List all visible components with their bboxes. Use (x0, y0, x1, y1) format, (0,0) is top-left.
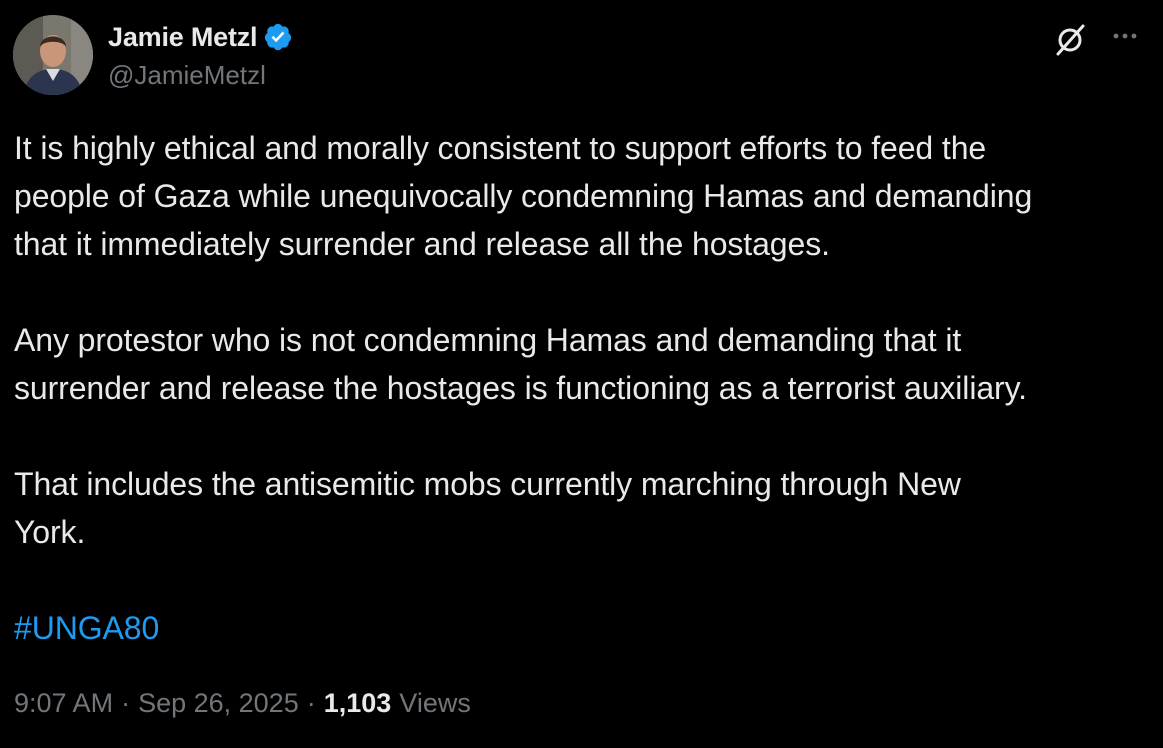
verified-badge-icon[interactable] (263, 22, 293, 52)
avatar[interactable] (13, 15, 93, 95)
views-label: Views (399, 688, 471, 718)
grok-icon[interactable] (1052, 20, 1090, 58)
tweet-paragraph-2: Any protestor who is not condemning Hama… (14, 322, 1027, 406)
hashtag-link[interactable]: #UNGA80 (14, 610, 159, 646)
meta-separator: · (121, 688, 131, 718)
tweet-meta: 9:07 AM · Sep 26, 2025 · 1,103 Views (14, 688, 471, 719)
tweet-paragraph-3: That includes the antisemitic mobs curre… (14, 466, 961, 550)
tweet-time[interactable]: 9:07 AM (14, 688, 113, 719)
handle[interactable]: @JamieMetzl (108, 60, 293, 91)
views-count: 1,103 (323, 688, 392, 718)
name-row: Jamie Metzl (108, 18, 293, 56)
meta-separator: · (306, 688, 316, 718)
tweet-date[interactable]: Sep 26, 2025 (138, 688, 299, 719)
author-block: Jamie Metzl @JamieMetzl (108, 18, 293, 91)
tweet-text: It is highly ethical and morally consist… (14, 124, 1149, 652)
display-name[interactable]: Jamie Metzl (108, 22, 258, 53)
tweet: Jamie Metzl @JamieMetzl It is highly eth… (0, 0, 1163, 748)
more-icon[interactable] (1106, 20, 1144, 58)
tweet-paragraph-1: It is highly ethical and morally consist… (14, 130, 1033, 262)
